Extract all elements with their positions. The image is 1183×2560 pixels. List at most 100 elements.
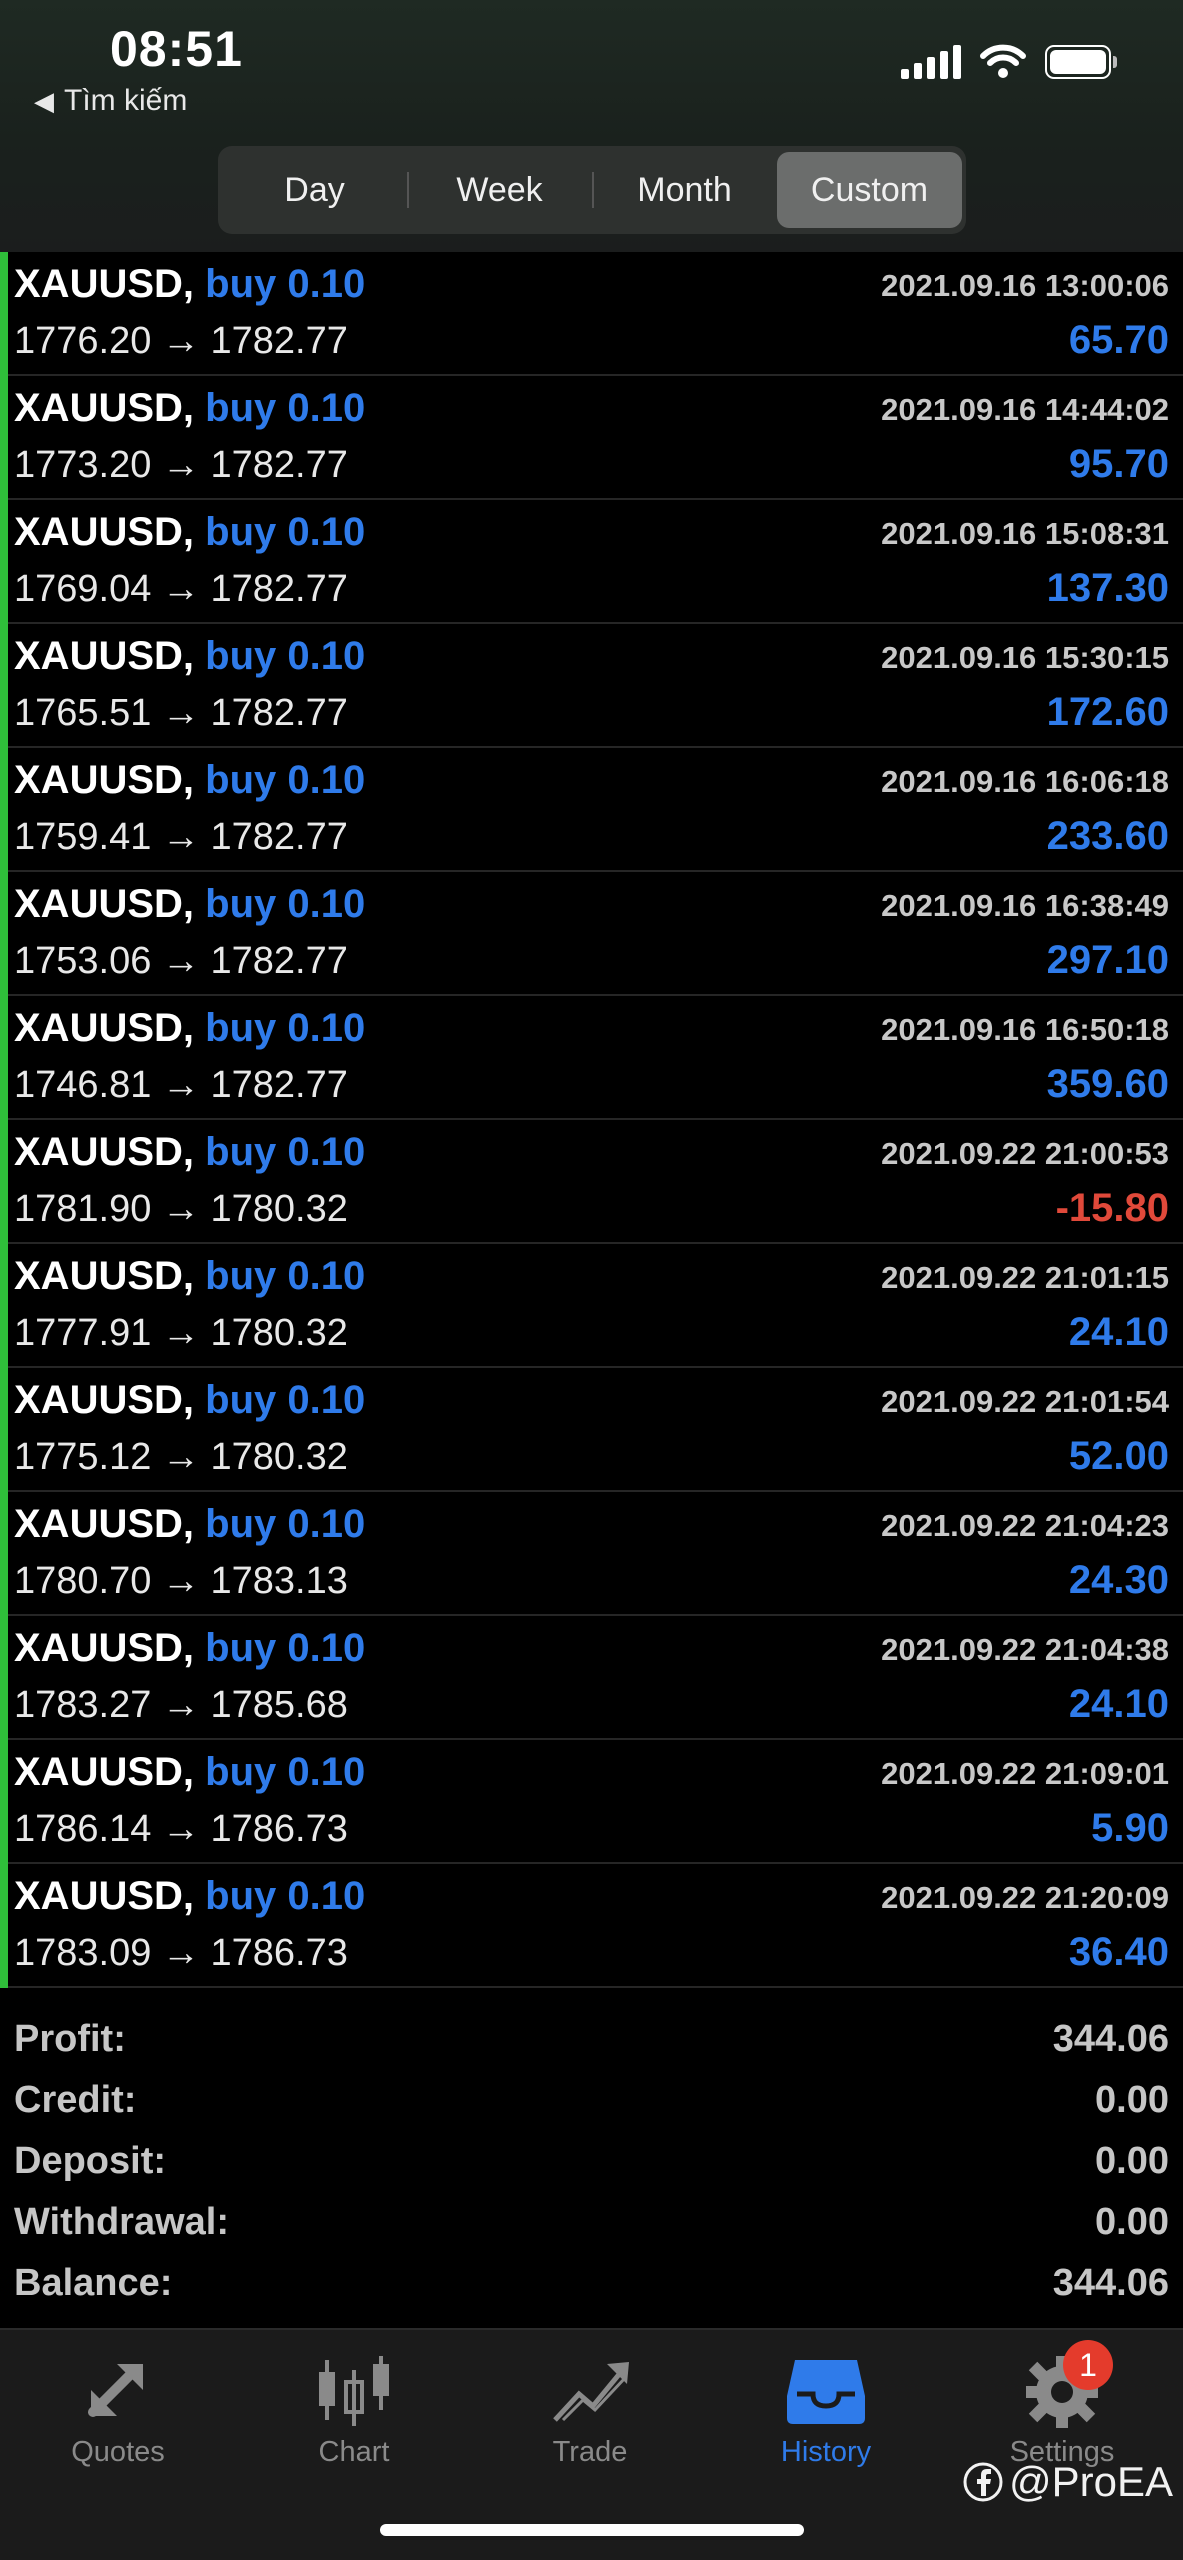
trade-row[interactable]: XAUUSD, buy 0.10 2021.09.22 21:04:38 1783.…: [0, 1616, 1183, 1740]
trade-open-price: 1753.06: [14, 940, 152, 982]
arrow-right-icon: →: [151, 568, 211, 610]
trade-row[interactable]: XAUUSD, buy 0.10 2021.09.22 21:20:09 1783.…: [0, 1864, 1183, 1988]
trade-side: buy 0.10: [205, 1130, 366, 1174]
trade-row[interactable]: XAUUSD, buy 0.10 2021.09.22 21:09:01 1786.…: [0, 1740, 1183, 1864]
trade-row[interactable]: XAUUSD, buy 0.10 2021.09.16 15:08:31 1769.…: [0, 500, 1183, 624]
trade-prices: 1773.20 → 1782.77: [14, 444, 348, 487]
trade-prices: 1777.91 → 1780.32: [14, 1312, 348, 1355]
trade-row[interactable]: XAUUSD, buy 0.10 2021.09.16 16:50:18 1746.…: [0, 996, 1183, 1120]
trade-profit: 52.00: [1068, 1434, 1169, 1478]
summary-value: 344.06: [1052, 2018, 1169, 2060]
trade-prices: 1780.70 → 1783.13: [14, 1560, 348, 1603]
account-summary: Profit: 344.06 Credit: 0.00 Deposit: 0.00 With…: [0, 2006, 1183, 2311]
trade-row[interactable]: XAUUSD, buy 0.10 2021.09.16 16:38:49 1753.…: [0, 872, 1183, 996]
trade-open-price: 1786.14: [14, 1808, 152, 1850]
trade-symbol: XAUUSD,: [14, 1378, 195, 1422]
trade-profit: 172.60: [1046, 690, 1169, 734]
trade-profit: 5.90: [1091, 1806, 1169, 1850]
tab-chart[interactable]: Chart: [264, 2350, 444, 2469]
trade-time: 2021.09.16 14:44:02: [881, 392, 1169, 427]
trade-icon: [553, 2362, 629, 2422]
trade-prices: 1746.81 → 1782.77: [14, 1064, 348, 1107]
trade-title: XAUUSD, buy 0.10: [14, 1378, 365, 1423]
trade-open-price: 1780.70: [14, 1560, 152, 1602]
home-indicator[interactable]: [380, 2524, 804, 2536]
period-tab-month[interactable]: Month: [592, 152, 777, 228]
summary-label: Deposit:: [14, 2140, 166, 2182]
tab-trade[interactable]: Trade: [500, 2350, 680, 2469]
trade-prices: 1781.90 → 1780.32: [14, 1188, 348, 1231]
trade-close-price: 1782.77: [210, 568, 348, 610]
tab-settings[interactable]: 1 Settings: [972, 2340, 1152, 2469]
facebook-logo-icon: [963, 2462, 1003, 2502]
trade-symbol: XAUUSD,: [14, 1626, 195, 1670]
trade-open-price: 1746.81: [14, 1064, 152, 1106]
tab-quotes[interactable]: Quotes: [28, 2350, 208, 2469]
trade-side: buy 0.10: [205, 758, 366, 802]
back-link[interactable]: ◀ Tìm kiếm: [34, 84, 187, 118]
trade-row[interactable]: XAUUSD, buy 0.10 2021.09.22 21:01:54 1775.…: [0, 1368, 1183, 1492]
summary-row: Withdrawal: 0.00: [0, 2189, 1183, 2250]
period-tab-custom[interactable]: Custom: [777, 152, 962, 228]
watermark: @ProEA: [963, 2458, 1173, 2506]
trade-title: XAUUSD, buy 0.10: [14, 1502, 365, 1547]
trade-row[interactable]: XAUUSD, buy 0.10 2021.09.22 21:04:23 1780.…: [0, 1492, 1183, 1616]
trade-time: 2021.09.16 16:50:18: [881, 1012, 1169, 1047]
trade-title: XAUUSD, buy 0.10: [14, 1626, 365, 1671]
trade-symbol: XAUUSD,: [14, 1750, 195, 1794]
summary-row: Balance: 344.06: [0, 2250, 1183, 2311]
arrow-right-icon: →: [151, 1560, 211, 1602]
battery-icon: [1045, 45, 1117, 79]
trade-time: 2021.09.22 21:01:15: [881, 1260, 1169, 1295]
trade-row[interactable]: XAUUSD, buy 0.10 2021.09.16 14:44:02 1773.…: [0, 376, 1183, 500]
trade-side: buy 0.10: [205, 386, 366, 430]
trade-profit: 297.10: [1046, 938, 1169, 982]
trade-open-price: 1783.09: [14, 1932, 152, 1974]
trade-title: XAUUSD, buy 0.10: [14, 1254, 365, 1299]
cellular-signal-icon: [901, 45, 961, 79]
trade-row[interactable]: XAUUSD, buy 0.10 2021.09.22 21:00:53 1781.…: [0, 1120, 1183, 1244]
trade-side: buy 0.10: [205, 262, 366, 306]
trade-row[interactable]: XAUUSD, buy 0.10 2021.09.16 16:06:18 1759.…: [0, 748, 1183, 872]
back-arrow-icon: ◀: [34, 85, 54, 116]
trade-time: 2021.09.16 16:06:18: [881, 764, 1169, 799]
trade-close-price: 1782.77: [210, 940, 348, 982]
trade-side: buy 0.10: [205, 882, 366, 926]
trade-open-price: 1759.41: [14, 816, 152, 858]
trade-close-price: 1786.73: [210, 1808, 348, 1850]
trade-close-price: 1782.77: [210, 444, 348, 486]
arrow-right-icon: →: [151, 1684, 211, 1726]
trade-time: 2021.09.22 21:09:01: [881, 1756, 1169, 1791]
trade-prices: 1786.14 → 1786.73: [14, 1808, 348, 1851]
trade-close-price: 1782.77: [210, 692, 348, 734]
summary-row: Deposit: 0.00: [0, 2128, 1183, 2189]
trade-prices: 1759.41 → 1782.77: [14, 816, 348, 859]
history-icon: [787, 2360, 865, 2424]
trade-prices: 1753.06 → 1782.77: [14, 940, 348, 983]
trade-row[interactable]: XAUUSD, buy 0.10 2021.09.16 13:00:06 1776.…: [0, 252, 1183, 376]
trade-symbol: XAUUSD,: [14, 1502, 195, 1546]
summary-row: Profit: 344.06: [0, 2006, 1183, 2067]
trade-open-price: 1777.91: [14, 1312, 152, 1354]
trade-close-price: 1786.73: [210, 1932, 348, 1974]
trade-title: XAUUSD, buy 0.10: [14, 262, 365, 307]
trade-title: XAUUSD, buy 0.10: [14, 1874, 365, 1919]
summary-value: 344.06: [1052, 2262, 1169, 2304]
top-area: 08:51 ◀ Tìm kiếm Day Week Month Custom: [0, 0, 1183, 252]
trade-close-price: 1782.77: [210, 320, 348, 362]
summary-label: Balance:: [14, 2262, 173, 2304]
trade-open-price: 1773.20: [14, 444, 152, 486]
trade-symbol: XAUUSD,: [14, 1254, 195, 1298]
trade-row[interactable]: XAUUSD, buy 0.10 2021.09.16 15:30:15 1765.…: [0, 624, 1183, 748]
tab-history[interactable]: History: [736, 2350, 916, 2469]
trade-time: 2021.09.16 15:08:31: [881, 516, 1169, 551]
trade-open-price: 1765.51: [14, 692, 152, 734]
trade-profit: 137.30: [1046, 566, 1169, 610]
arrow-right-icon: →: [151, 1312, 211, 1354]
trade-row[interactable]: XAUUSD, buy 0.10 2021.09.22 21:01:15 1777.…: [0, 1244, 1183, 1368]
period-tab-week[interactable]: Week: [407, 152, 592, 228]
period-tab-day[interactable]: Day: [222, 152, 407, 228]
arrow-right-icon: →: [151, 816, 211, 858]
trade-time: 2021.09.22 21:20:09: [881, 1880, 1169, 1915]
quotes-icon: [88, 2364, 143, 2417]
